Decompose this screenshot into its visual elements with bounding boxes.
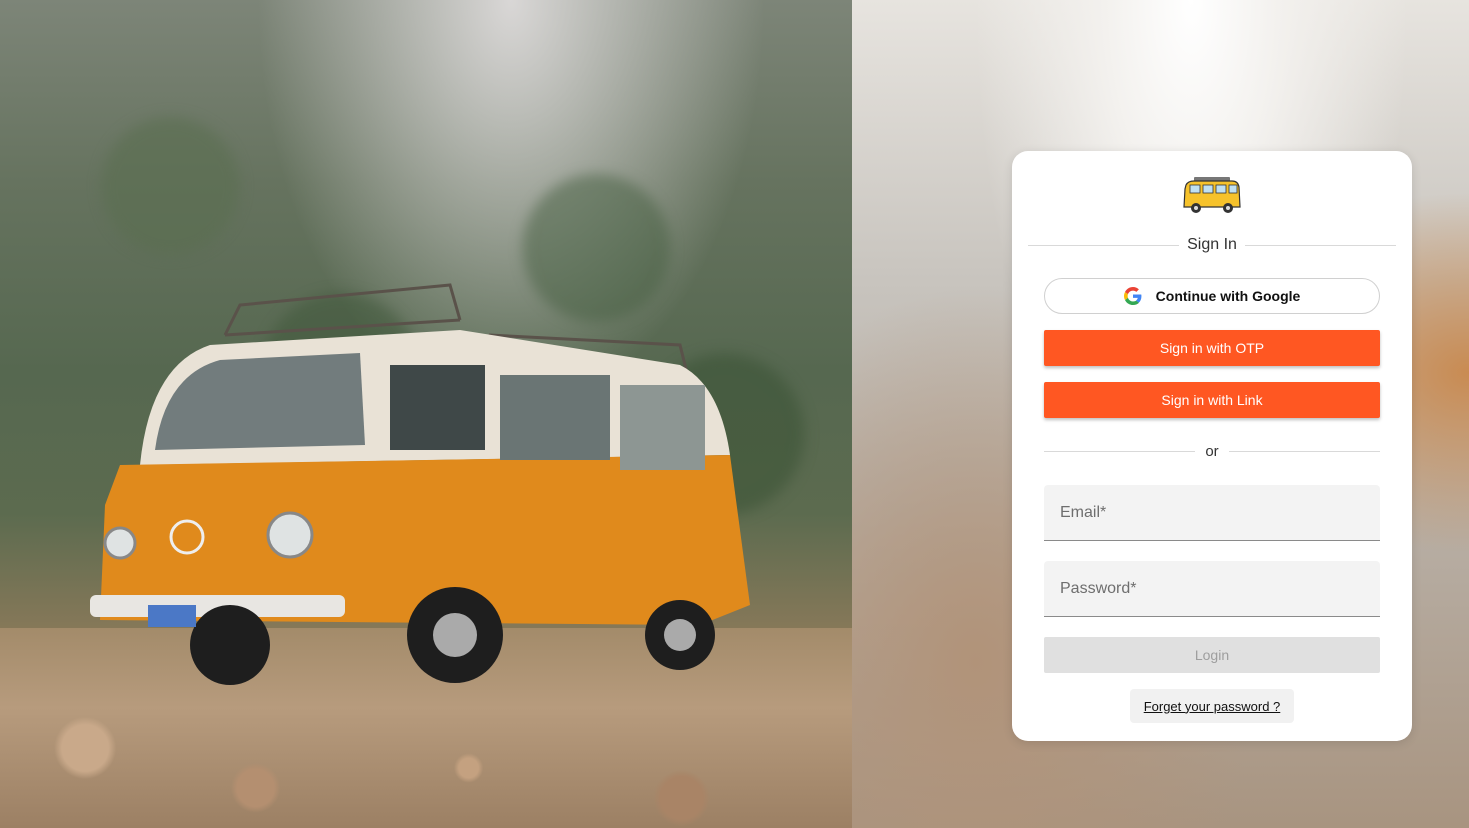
van-logo-icon: [1183, 177, 1241, 213]
or-label: or: [1205, 442, 1219, 460]
sign-in-heading: Sign In: [1028, 235, 1396, 255]
divider-line: [1228, 450, 1380, 452]
sign-in-with-link-button[interactable]: Sign in with Link: [1044, 382, 1380, 418]
sign-in-card: Sign In Continue with Google Sign in wit…: [1012, 151, 1412, 741]
google-icon: [1123, 287, 1142, 305]
divider-line: [1244, 244, 1396, 246]
password-field[interactable]: [1044, 561, 1380, 616]
or-divider: or: [1044, 441, 1380, 461]
google-button-label: Continue with Google: [1155, 288, 1301, 304]
sign-in-with-otp-button[interactable]: Sign in with OTP: [1044, 330, 1380, 366]
forgot-password-link[interactable]: Forget your password ?: [1130, 689, 1294, 723]
van-photo-illustration: [90, 283, 750, 685]
email-field[interactable]: [1044, 485, 1380, 540]
continue-with-google-button[interactable]: Continue with Google: [1044, 278, 1380, 314]
login-button[interactable]: Login: [1044, 637, 1380, 673]
sign-in-title: Sign In: [1187, 236, 1237, 253]
hero-image: [0, 0, 852, 828]
divider-line: [1044, 450, 1196, 452]
email-field-container: [1044, 485, 1380, 541]
password-field-container: [1044, 561, 1380, 617]
divider-line: [1028, 244, 1180, 246]
